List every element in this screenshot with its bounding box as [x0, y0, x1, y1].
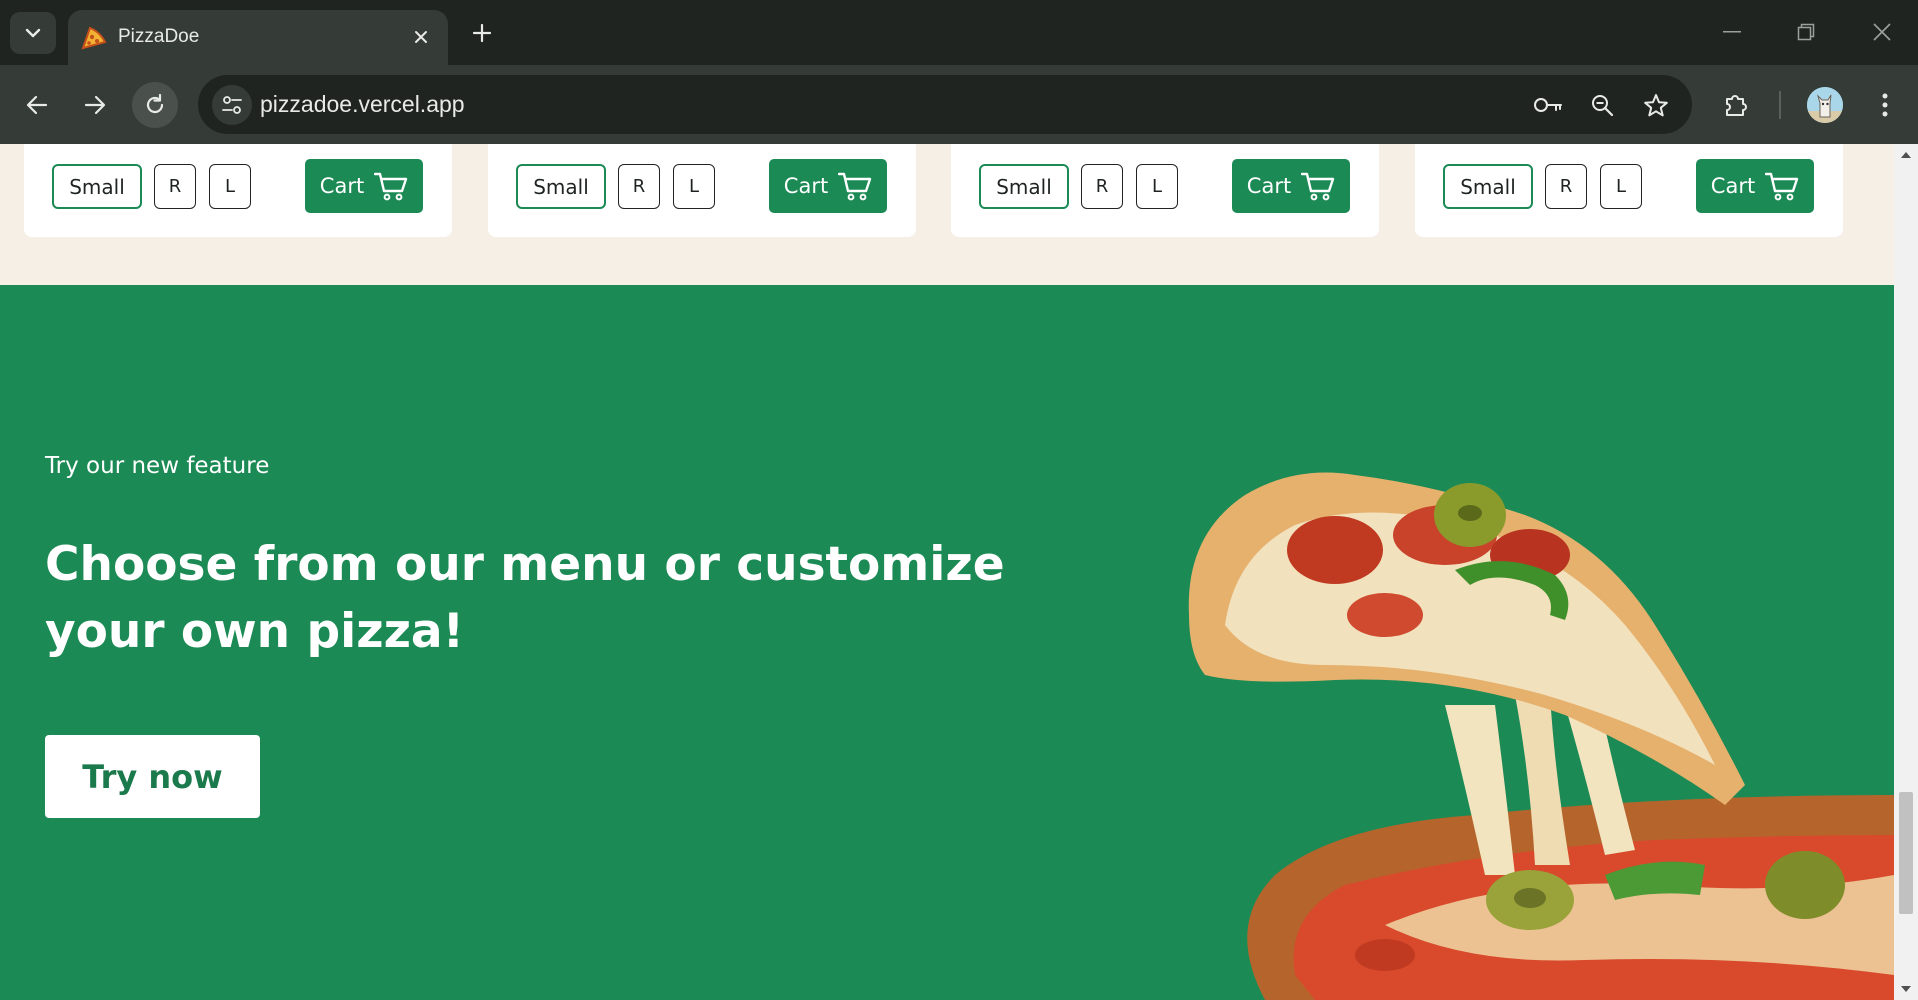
add-to-cart-button[interactable]: Cart — [1232, 159, 1350, 213]
toolbar-divider — [1779, 91, 1781, 119]
pizza-slice-favicon-icon — [81, 26, 107, 50]
menu-card: Small R L Cart — [951, 144, 1379, 237]
zoom-out-icon — [1592, 95, 1614, 117]
scrollbar-thumb[interactable] — [1899, 792, 1913, 914]
close-icon — [415, 31, 427, 43]
site-info-button[interactable] — [212, 85, 252, 125]
menu-card: Small R L Cart — [24, 144, 452, 237]
cart-button-label: Cart — [783, 174, 829, 198]
tab-title: PizzaDoe — [118, 26, 200, 47]
minimize-window-button[interactable] — [1712, 14, 1752, 50]
restore-icon — [1797, 23, 1815, 41]
size-small-button[interactable]: Small — [52, 164, 142, 209]
close-tab-button[interactable] — [408, 24, 434, 50]
size-large-button[interactable]: L — [209, 164, 251, 209]
size-regular-button[interactable]: R — [1545, 164, 1587, 209]
custom-pizza-feature-section: Try our new feature Choose from our menu… — [0, 285, 1894, 1000]
profile-avatar[interactable] — [1807, 87, 1843, 123]
plus-icon — [472, 23, 492, 43]
chevron-down-icon — [25, 28, 41, 38]
try-now-button[interactable]: Try now — [45, 735, 260, 818]
page-viewport: Small R L Cart Small R L Cart Small R L … — [0, 144, 1894, 1000]
forward-button[interactable] — [72, 82, 118, 128]
cart-button-label: Cart — [319, 174, 365, 198]
address-bar[interactable]: pizzadoe.vercel.app — [198, 75, 1692, 134]
cart-button-label: Cart — [1710, 174, 1756, 198]
profile-avatar-icon — [1807, 87, 1843, 123]
size-large-button[interactable]: L — [1600, 164, 1642, 209]
add-to-cart-button[interactable]: Cart — [1696, 159, 1814, 213]
page-scrollbar[interactable] — [1894, 144, 1918, 1000]
add-to-cart-button[interactable]: Cart — [769, 159, 887, 213]
arrow-right-icon — [84, 95, 106, 115]
browser-menu-button[interactable] — [1867, 87, 1903, 123]
back-button[interactable] — [14, 82, 60, 128]
pizza-slice-image — [1188, 472, 1894, 1000]
size-large-button[interactable]: L — [1136, 164, 1178, 209]
reload-button[interactable] — [132, 82, 178, 128]
star-icon — [1644, 94, 1668, 117]
close-window-button[interactable] — [1862, 14, 1902, 50]
size-small-button[interactable]: Small — [979, 164, 1069, 209]
extensions-button[interactable] — [1718, 87, 1754, 123]
url-text[interactable]: pizzadoe.vercel.app — [260, 91, 465, 118]
restore-window-button[interactable] — [1786, 14, 1826, 50]
more-vertical-icon — [1882, 93, 1888, 117]
browser-tab-active[interactable]: PizzaDoe — [68, 10, 448, 65]
cart-icon — [1765, 172, 1799, 201]
browser-toolbar: pizzadoe.vercel.app — [0, 65, 1918, 144]
menu-section: Small R L Cart Small R L Cart Small R L … — [0, 144, 1894, 285]
size-regular-button[interactable]: R — [618, 164, 660, 209]
bookmark-button[interactable] — [1640, 89, 1672, 121]
password-key-button[interactable] — [1532, 89, 1564, 121]
tune-icon — [222, 96, 242, 114]
reload-icon — [146, 93, 164, 114]
size-small-button[interactable]: Small — [1443, 164, 1533, 209]
key-icon — [1534, 98, 1562, 112]
close-icon — [1873, 23, 1891, 41]
new-tab-button[interactable] — [466, 17, 498, 49]
scroll-up-arrow-icon[interactable] — [1900, 150, 1912, 160]
size-small-button[interactable]: Small — [516, 164, 606, 209]
menu-card: Small R L Cart — [488, 144, 916, 237]
add-to-cart-button[interactable]: Cart — [305, 159, 423, 213]
scroll-down-arrow-icon[interactable] — [1900, 984, 1912, 994]
tab-search-button[interactable] — [10, 12, 56, 54]
cart-button-label: Cart — [1246, 174, 1292, 198]
menu-card: Small R L Cart — [1415, 144, 1843, 237]
size-regular-button[interactable]: R — [1081, 164, 1123, 209]
puzzle-icon — [1726, 95, 1747, 116]
cart-icon — [838, 172, 872, 201]
size-large-button[interactable]: L — [673, 164, 715, 209]
cart-icon — [374, 172, 408, 201]
zoom-button[interactable] — [1586, 89, 1618, 121]
feature-eyebrow: Try our new feature — [45, 453, 270, 479]
feature-headline: Choose from our menu or customize your o… — [45, 537, 1005, 659]
cart-icon — [1301, 172, 1335, 201]
size-regular-button[interactable]: R — [154, 164, 196, 209]
minimize-icon — [1723, 31, 1741, 33]
arrow-left-icon — [26, 95, 48, 115]
browser-tab-strip: PizzaDoe — [0, 0, 1918, 65]
